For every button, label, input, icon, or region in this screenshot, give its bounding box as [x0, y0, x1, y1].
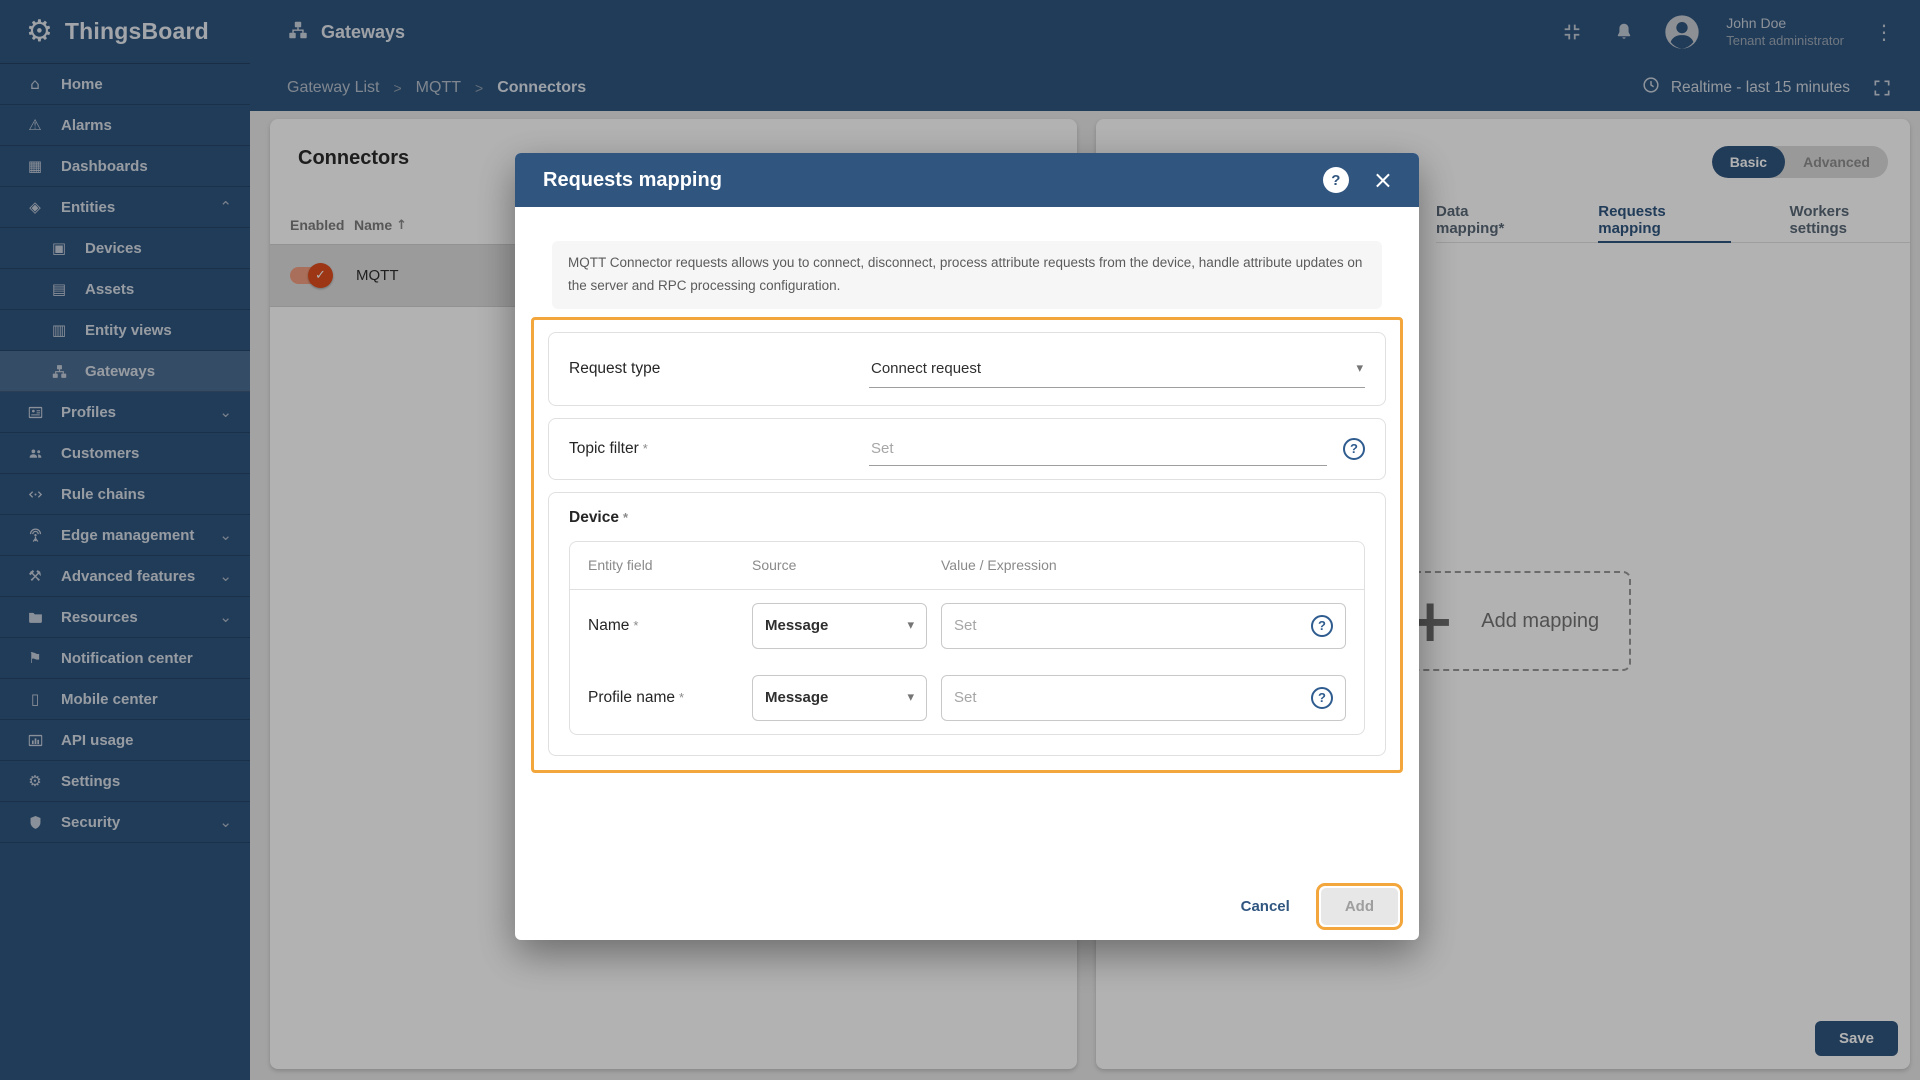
request-type-select[interactable]: Connect request ▾ [869, 350, 1365, 388]
cancel-button[interactable]: Cancel [1227, 888, 1304, 925]
close-icon[interactable]: × [1373, 168, 1393, 192]
device-row-name: Name* Message ▾ ? [570, 590, 1364, 662]
add-button[interactable]: Add [1320, 888, 1398, 925]
profile-name-value-field: ? [941, 674, 1346, 721]
device-section-label: Device * [569, 508, 629, 526]
topic-filter-help-icon[interactable]: ? [1343, 437, 1365, 460]
column-value-expression: Value / Expression [941, 557, 1057, 574]
device-row-profile-name: Profile name* Message ▾ ? [570, 662, 1364, 734]
topic-filter-row: Topic filter* ? [548, 417, 1386, 480]
dialog-info-text: MQTT Connector requests allows you to co… [552, 241, 1382, 309]
requests-mapping-dialog: Requests mapping ? × MQTT Connector requ… [515, 153, 1419, 940]
profile-name-value-input[interactable] [954, 689, 1301, 707]
name-field-label: Name * [588, 616, 639, 634]
profile-name-field-label: Profile name * [588, 688, 685, 706]
topic-filter-input[interactable] [871, 439, 1325, 457]
device-section: Device * Entity field Source Value / Expr… [548, 491, 1386, 756]
name-value-input[interactable] [954, 617, 1301, 635]
name-source-select[interactable]: Message ▾ [752, 602, 927, 649]
device-table: Entity field Source Value / Expression N… [569, 540, 1365, 735]
form-highlight-box: Request type Connect request ▾ Topic fil… [531, 316, 1403, 773]
topic-filter-field [869, 432, 1327, 466]
required-marker: * [622, 509, 629, 525]
name-value-help-icon[interactable]: ? [1311, 614, 1333, 637]
request-type-row: Request type Connect request ▾ [548, 331, 1386, 406]
dialog-header: Requests mapping ? × [515, 153, 1419, 207]
required-marker: * [633, 617, 639, 633]
dialog-help-icon[interactable]: ? [1322, 167, 1349, 193]
column-entity-field: Entity field [588, 557, 653, 574]
dialog-title: Requests mapping [543, 168, 722, 191]
chevron-down-icon: ▾ [1356, 360, 1363, 376]
profile-name-value-help-icon[interactable]: ? [1311, 686, 1333, 709]
required-marker: * [642, 440, 648, 456]
required-marker: * [679, 689, 685, 705]
chevron-down-icon: ▾ [907, 690, 914, 706]
name-value-field: ? [941, 602, 1346, 649]
dialog-footer: Cancel Add [1227, 883, 1403, 930]
add-button-highlight: Add [1315, 883, 1403, 930]
profile-name-source-select[interactable]: Message ▾ [752, 674, 927, 721]
topic-filter-label: Topic filter * [569, 439, 648, 457]
column-source: Source [752, 557, 797, 574]
chevron-down-icon: ▾ [907, 618, 914, 634]
device-table-header: Entity field Source Value / Expression [570, 542, 1364, 590]
request-type-label: Request type [569, 359, 661, 377]
